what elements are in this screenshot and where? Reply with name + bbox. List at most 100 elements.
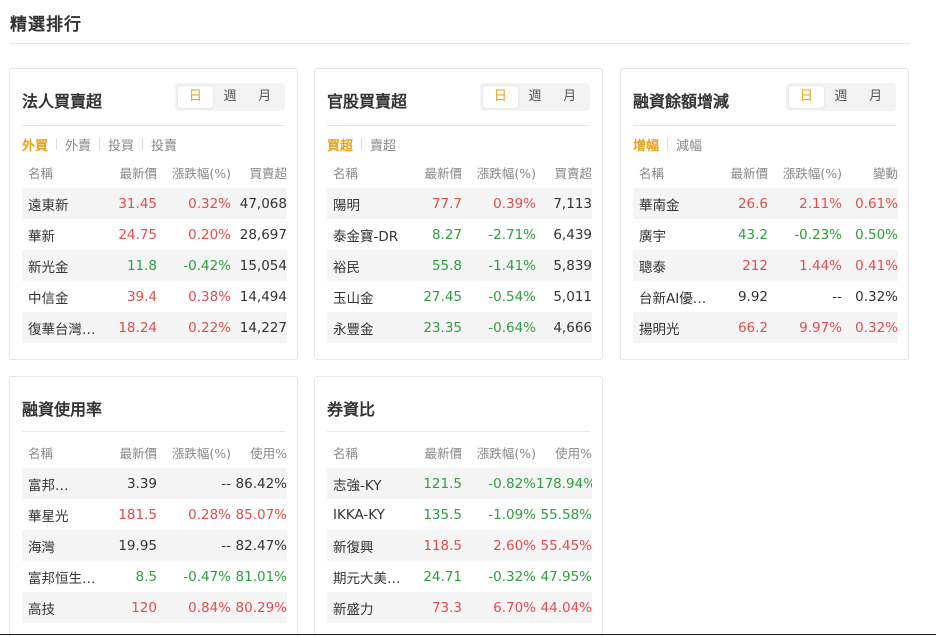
col-change: 漲跌幅(%)	[782, 165, 842, 181]
period-day-tab[interactable]: 日	[483, 86, 518, 108]
stock-name[interactable]: 台新AI優…	[633, 281, 708, 312]
stock-name[interactable]: 復華台灣…	[22, 312, 97, 343]
stock-name[interactable]: 陽明	[327, 188, 402, 219]
subtab-trust-buy[interactable]: 投買	[108, 135, 134, 154]
table-row[interactable]: 新盛力 73.3 6.70% 44.04%	[327, 592, 592, 623]
stock-name[interactable]: 華南金	[633, 188, 708, 219]
stock-name[interactable]: 廣宇	[633, 219, 708, 250]
stock-name[interactable]: 華星光	[22, 499, 97, 530]
table-row[interactable]: 永豐金 23.35 -0.64% 4,666	[327, 312, 592, 343]
period-day-tab[interactable]: 日	[789, 86, 824, 108]
period-week-tab[interactable]: 週	[518, 86, 553, 108]
col-name: 名稱	[639, 165, 665, 181]
stock-name[interactable]: 聰泰	[633, 250, 708, 281]
table-row[interactable]: 海灣 19.95 -- 82.47%	[22, 530, 287, 561]
col-name: 名稱	[333, 445, 359, 461]
subtab-bar: 外買 外賣 投買 投賣	[10, 126, 297, 156]
col-price: 最新價	[119, 445, 157, 461]
stock-name[interactable]: 泰金寶-DR	[327, 219, 402, 250]
subtab-increase[interactable]: 增幅	[633, 135, 659, 154]
table-row[interactable]: 復華台灣… 18.24 0.22% 14,227	[22, 312, 287, 343]
table-row[interactable]: 志強-KY 121.5 -0.82% 178.94%	[327, 468, 592, 499]
change-percent: -0.82%	[462, 468, 536, 499]
latest-price: 23.35	[402, 312, 462, 343]
stock-name[interactable]: 華新	[22, 219, 97, 250]
metric-value: 14,227	[231, 312, 287, 343]
subtab-trust-sell[interactable]: 投賣	[151, 135, 177, 154]
table-row[interactable]: 華星光 181.5 0.28% 85.07%	[22, 499, 287, 530]
subtab-separator	[361, 138, 363, 150]
subtab-foreign-sell[interactable]: 外賣	[65, 135, 91, 154]
table-row[interactable]: 富邦恒生… 8.5 -0.47% 81.01%	[22, 561, 287, 592]
stock-name[interactable]: 富邦…	[22, 468, 97, 499]
col-name: 名稱	[28, 165, 54, 181]
period-month-tab[interactable]: 月	[247, 86, 282, 108]
table-row[interactable]: IKKA-KY 135.5 -1.09% 55.58%	[327, 499, 592, 530]
table-row[interactable]: 新復興 118.5 2.60% 55.45%	[327, 530, 592, 561]
table-row[interactable]: 玉山金 27.45 -0.54% 5,011	[327, 281, 592, 312]
latest-price: 24.75	[118, 226, 157, 243]
metric-value: 6,439	[553, 226, 592, 243]
card-divider	[327, 431, 590, 432]
period-month-tab[interactable]: 月	[858, 86, 893, 108]
stock-name[interactable]: 中信金	[22, 281, 97, 312]
change-percent: 0.20%	[188, 226, 231, 243]
stock-name[interactable]: 高技	[22, 592, 97, 623]
col-price: 最新價	[424, 165, 462, 181]
metric-value: 0.32%	[842, 312, 898, 343]
stock-name[interactable]: 海灣	[22, 530, 97, 561]
stock-name[interactable]: 遠東新	[22, 188, 97, 219]
metric-value: 80.29%	[231, 592, 287, 623]
table-row[interactable]: 期元大美… 24.71 -0.32% 47.95%	[327, 561, 592, 592]
col-net: 買賣超	[554, 165, 592, 181]
period-day-tab[interactable]: 日	[178, 86, 213, 108]
table-row[interactable]: 台新AI優… 9.92 -- 0.32%	[633, 281, 898, 312]
subtab-foreign-buy[interactable]: 外買	[22, 135, 48, 154]
table-row[interactable]: 華南金 26.6 2.11% 0.61%	[633, 188, 898, 219]
table-row[interactable]: 遠東新 31.45 0.32% 47,068	[22, 188, 287, 219]
stock-name[interactable]: 裕民	[327, 250, 402, 281]
stock-name[interactable]: 富邦恒生…	[22, 561, 97, 592]
stock-name[interactable]: 揚明光	[633, 312, 708, 343]
stock-name[interactable]: 志強-KY	[327, 468, 402, 499]
subtab-net-sell[interactable]: 賣超	[370, 135, 396, 154]
table-row[interactable]: 陽明 77.7 0.39% 7,113	[327, 188, 592, 219]
table-header: 名稱 最新價 漲跌幅(%) 使用%	[327, 436, 592, 468]
table-row[interactable]: 中信金 39.4 0.38% 14,494	[22, 281, 287, 312]
table-row[interactable]: 高技 120 0.84% 80.29%	[22, 592, 287, 623]
table-row[interactable]: 華新 24.75 0.20% 28,697	[22, 219, 287, 250]
latest-price: 73.3	[402, 592, 462, 623]
table-row[interactable]: 新光金 11.8 -0.42% 15,054	[22, 250, 287, 281]
table-row[interactable]: 泰金寶-DR 8.27 -2.71% 6,439	[327, 219, 592, 250]
stock-name[interactable]: 永豐金	[327, 312, 402, 343]
col-net: 買賣超	[249, 165, 287, 181]
stock-name[interactable]: 期元大美…	[327, 561, 402, 592]
latest-price: 11.8	[97, 250, 157, 281]
stock-name[interactable]: IKKA-KY	[327, 499, 402, 530]
change-percent: 2.60%	[462, 530, 536, 561]
col-usage: 使用%	[250, 445, 287, 461]
subtab-net-buy[interactable]: 買超	[327, 135, 353, 154]
stock-name[interactable]: 新復興	[327, 530, 402, 561]
card-margin-balance: 融資餘額增減 日 週 月 增幅 減幅 名稱 最新價 漲跌幅(%) 變動 華南金 2…	[620, 68, 909, 360]
subtab-bar: 買超 賣超	[315, 126, 602, 156]
latest-price: 8.27	[431, 226, 462, 243]
stock-name[interactable]: 玉山金	[327, 281, 402, 312]
table-row[interactable]: 裕民 55.8 -1.41% 5,839	[327, 250, 592, 281]
table-row[interactable]: 富邦… 3.39 -- 86.42%	[22, 468, 287, 499]
stock-name[interactable]: 新盛力	[327, 592, 402, 623]
card-header: 法人買賣超 日 週 月	[10, 69, 297, 125]
metric-value: 0.41%	[842, 250, 898, 281]
table-row[interactable]: 聰泰 212 1.44% 0.41%	[633, 250, 898, 281]
latest-price: 77.7	[402, 188, 462, 219]
change-percent: 6.70%	[462, 592, 536, 623]
table-row[interactable]: 揚明光 66.2 9.97% 0.32%	[633, 312, 898, 343]
metric-value: 14,494	[239, 288, 287, 305]
period-week-tab[interactable]: 週	[213, 86, 248, 108]
table-row[interactable]: 廣宇 43.2 -0.23% 0.50%	[633, 219, 898, 250]
subtab-bar: 增幅 減幅	[621, 126, 908, 156]
period-month-tab[interactable]: 月	[552, 86, 587, 108]
stock-name[interactable]: 新光金	[22, 250, 97, 281]
subtab-decrease[interactable]: 減幅	[676, 135, 702, 154]
period-week-tab[interactable]: 週	[824, 86, 859, 108]
